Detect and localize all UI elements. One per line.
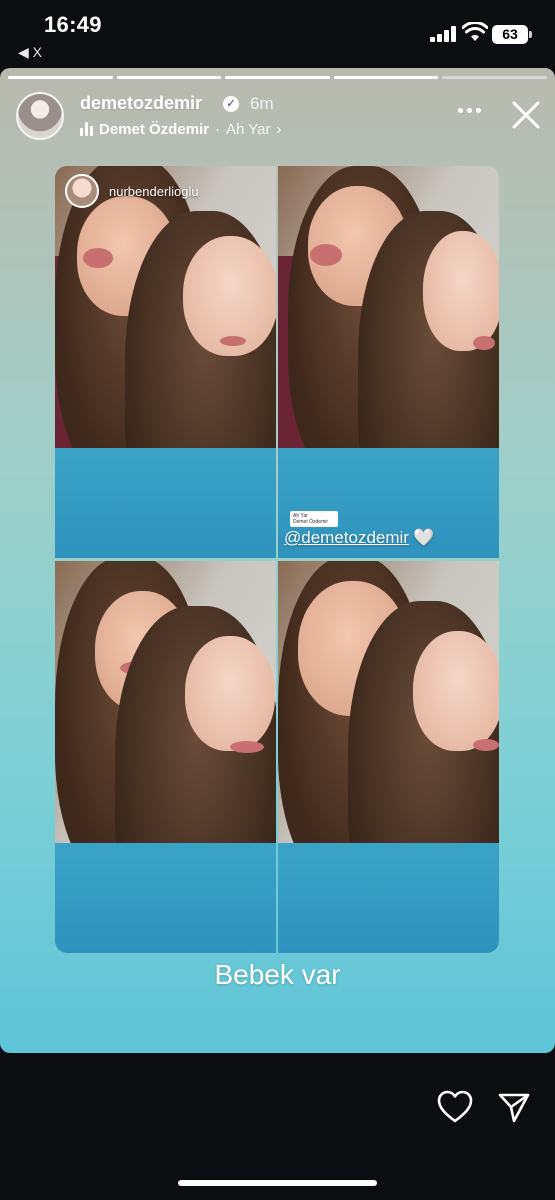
mention-username: nurbenderlioglu — [109, 183, 199, 199]
status-time: 16:49 — [44, 12, 102, 37]
story-timestamp: 6m — [250, 94, 274, 113]
back-to-app-link[interactable]: ◀ X — [18, 44, 42, 61]
collage-photo — [278, 561, 499, 953]
heart-icon[interactable] — [437, 1090, 473, 1124]
music-sticker-artist: Demet Özdemir — [293, 519, 329, 525]
white-heart-icon: 🤍 — [412, 528, 435, 547]
cellular-signal-icon — [430, 26, 456, 42]
mention-sticker[interactable]: nurbenderlioglu — [65, 174, 199, 208]
progress-segment — [116, 76, 222, 79]
story-username[interactable]: demetozdemir — [80, 93, 202, 114]
verified-check-icon: ✓ — [223, 96, 239, 112]
chevron-right-icon: › — [276, 120, 282, 138]
collage-photo: nurbenderlioglu — [55, 166, 276, 558]
progress-segment — [225, 76, 330, 79]
progress-segment — [8, 76, 113, 79]
progress-segment — [333, 76, 439, 79]
send-icon[interactable] — [497, 1090, 531, 1124]
music-sticker[interactable]: Ah Yar Demet Özdemir — [290, 511, 338, 527]
wifi-icon — [462, 22, 488, 41]
music-song: Ah Yar — [226, 120, 271, 138]
music-attribution[interactable]: Demet Özdemir · Ah Yar › — [80, 118, 282, 140]
collage-photo: Ah Yar Demet Özdemir @demetozdemir 🤍 — [278, 166, 499, 558]
story-progress-bar — [8, 76, 547, 79]
mention-tag[interactable]: @demetozdemir 🤍 — [284, 528, 434, 548]
music-artist: Demet Özdemir — [99, 120, 210, 138]
mention-avatar — [65, 174, 99, 208]
close-icon[interactable] — [510, 99, 542, 131]
story-action-bar — [0, 1060, 555, 1200]
home-indicator[interactable] — [178, 1180, 377, 1186]
status-bar: 16:49 ◀ X 63 — [0, 0, 555, 64]
photo-collage: nurbenderlioglu Ah Yar Demet Özdemir @de… — [55, 166, 499, 953]
story-viewer[interactable]: demetozdemir ✓ 6m Demet Özdemir · Ah Yar… — [0, 68, 555, 1053]
music-bars-icon — [80, 122, 93, 136]
collage-photo — [55, 561, 276, 953]
battery-cap — [529, 31, 532, 38]
battery-icon: 63 — [492, 25, 528, 44]
mention-tag-username: @demetozdemir — [284, 528, 409, 547]
music-separator: · — [215, 120, 221, 138]
progress-segment — [442, 76, 547, 79]
story-caption: Bebek var — [214, 959, 341, 990]
more-options-button[interactable] — [456, 104, 482, 116]
profile-avatar[interactable] — [16, 92, 64, 140]
